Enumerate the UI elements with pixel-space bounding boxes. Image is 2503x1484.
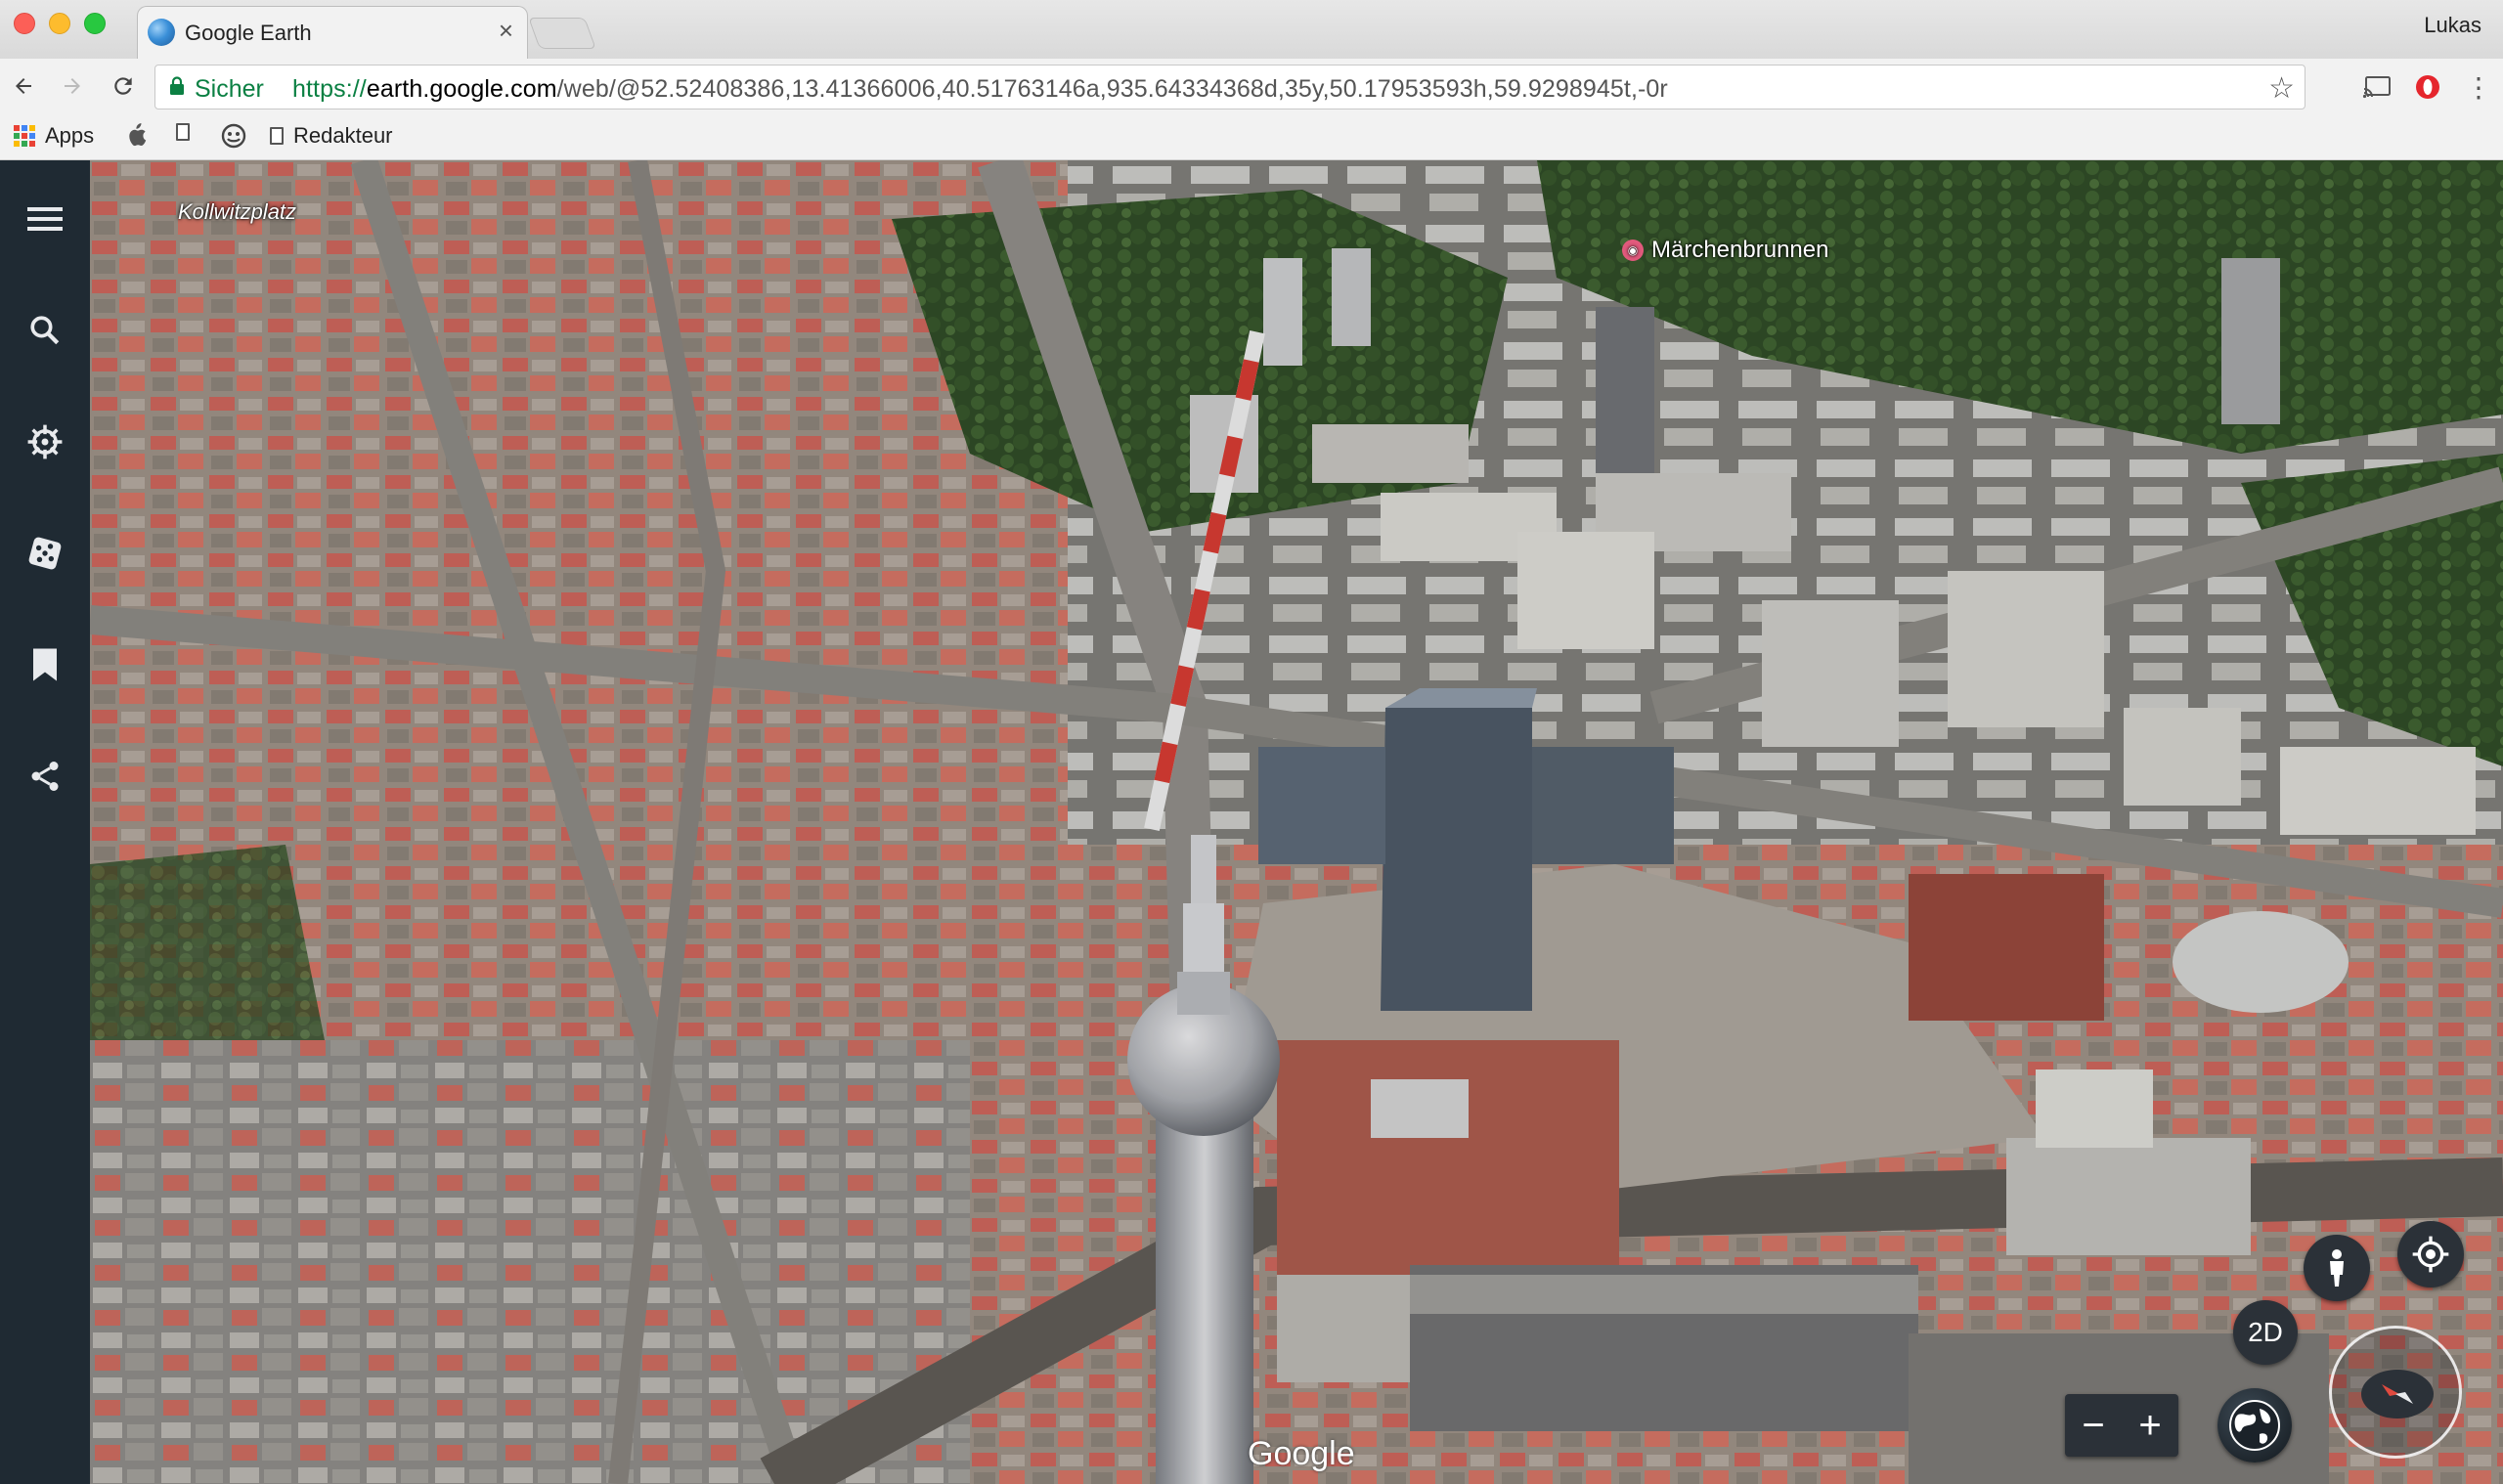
profile-name[interactable]: Lukas [2424,13,2481,38]
feeling-lucky-dice-icon [28,537,62,570]
reload-button[interactable] [104,66,143,106]
search-icon [30,316,60,345]
aerial-city-imagery [90,160,2503,1484]
zoom-in-button[interactable]: + [2122,1394,2178,1457]
share-button[interactable] [0,737,90,815]
projects-bookmark-icon [33,648,57,681]
forward-arrow-icon [65,78,80,94]
voyager-button[interactable] [0,403,90,481]
my-location-button[interactable] [2397,1221,2464,1288]
address-bar[interactable]: Sicher https://earth.google.com/web/@52.… [154,65,2305,109]
bookmark-page-icon[interactable] [176,123,190,141]
street-view-pegman-button[interactable] [2304,1235,2370,1301]
feeling-lucky-button[interactable] [0,514,90,592]
cast-icon[interactable] [2360,70,2393,104]
earth-sidebar [0,160,90,1484]
google-attribution-logo: Google [1248,1435,1355,1472]
bookmark-redakteur-label: Redakteur [293,123,393,148]
bookmark-apps-label: Apps [45,123,95,148]
share-icon [31,762,59,791]
compass-control[interactable] [2329,1326,2462,1459]
forward-button[interactable] [53,66,92,106]
earth-3d-view[interactable]: Kollwitzplatz ◉ Märchenbrunnen Google [90,160,2503,1484]
page-icon [270,127,284,145]
bookmarks-bar: Apps Redakteur [0,115,2503,160]
globe-view-button[interactable] [2218,1388,2292,1462]
globe-icon [2229,1400,2280,1451]
menu-icon [27,207,63,231]
bookmark-smiley-icon[interactable] [221,123,246,149]
tab-close-icon[interactable]: × [499,18,513,43]
url-text: https://earth.google.com/web/@52.5240838… [292,75,1668,103]
window-zoom-button[interactable] [84,13,106,34]
window-minimize-button[interactable] [49,13,70,34]
compass-icon [2361,1370,2434,1419]
secure-label: Sicher [195,75,264,103]
bookmark-apps[interactable]: Apps [14,123,94,149]
browser-titlebar: Google Earth × Lukas [0,0,2503,61]
bookmark-apple-icon[interactable] [125,123,147,147]
my-location-icon [2412,1236,2449,1273]
window-close-button[interactable] [14,13,35,34]
toggle-2d-button[interactable]: 2D [2233,1300,2298,1365]
voyager-wheel-icon [27,424,63,459]
new-tab-button[interactable] [528,18,596,49]
zoom-control: − + [2065,1394,2178,1457]
projects-button[interactable] [0,626,90,704]
pegman-icon [2330,1249,2344,1287]
search-button[interactable] [0,291,90,370]
map-label-maerchenbrunnen[interactable]: ◉ Märchenbrunnen [1622,237,1828,264]
extension-o-icon[interactable] [2411,70,2444,104]
google-earth-favicon-icon [148,19,175,46]
browser-menu-icon[interactable]: ⋮ [2462,70,2495,104]
back-arrow-icon [16,78,31,94]
browser-toolbar: Sicher https://earth.google.com/web/@52.… [0,59,2503,115]
map-label-maerchenbrunnen-text: Märchenbrunnen [1651,237,1829,263]
camera-poi-icon: ◉ [1622,240,1644,261]
lock-icon [170,76,184,95]
bookmark-redakteur[interactable]: Redakteur [270,123,393,149]
zoom-out-button[interactable]: − [2065,1394,2122,1457]
browser-tab-google-earth[interactable]: Google Earth × [137,6,528,61]
apps-grid-icon [14,125,35,147]
map-label-kollwitzplatz[interactable]: Kollwitzplatz [178,199,296,225]
reload-icon [114,77,132,95]
tab-title: Google Earth [185,21,312,45]
bookmark-star-icon[interactable]: ☆ [2268,71,2295,106]
menu-button[interactable] [0,180,90,258]
back-button[interactable] [4,66,43,106]
